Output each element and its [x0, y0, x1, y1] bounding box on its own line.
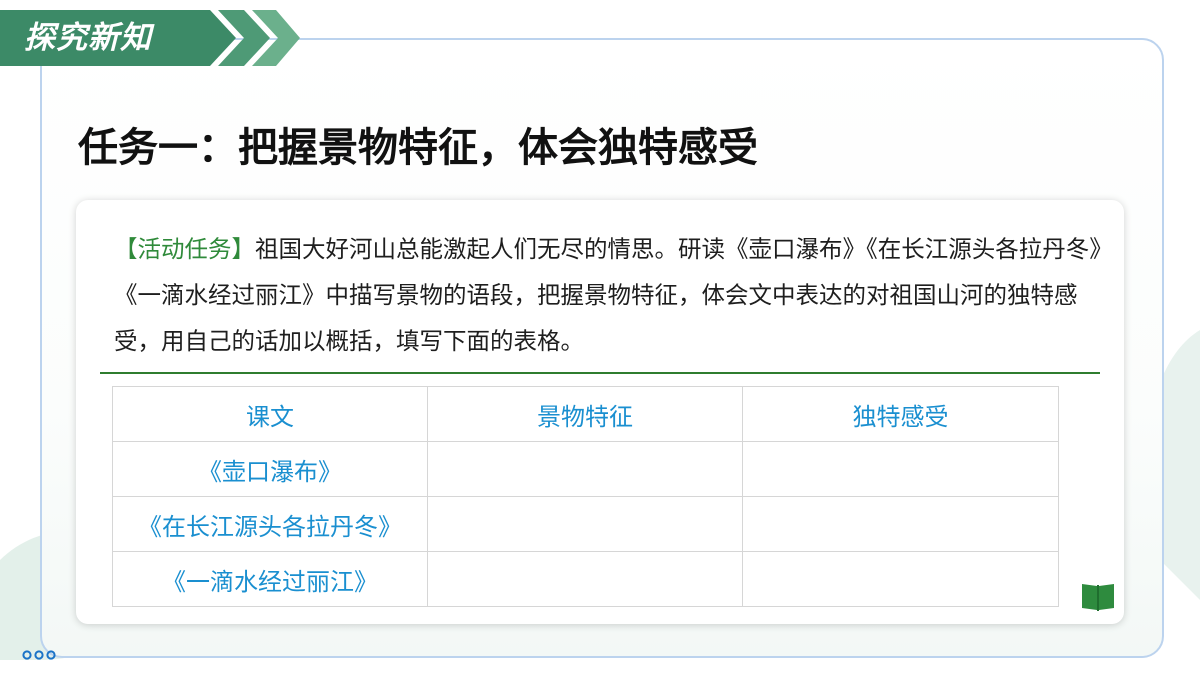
cell-feelings[interactable]: [742, 496, 1059, 552]
table-header-row: 课文 景物特征 独特感受: [112, 386, 1059, 442]
cell-features[interactable]: [427, 496, 743, 552]
cell-text-title: 《在长江源头各拉丹冬》: [112, 496, 428, 552]
table-row: 《一滴水经过丽江》: [112, 551, 1059, 607]
cell-features[interactable]: [427, 441, 743, 497]
cell-text-title: 《一滴水经过丽江》: [112, 551, 428, 607]
table-row: 《壶口瀑布》: [112, 441, 1059, 497]
divider-line: [100, 372, 1100, 374]
cell-feelings[interactable]: [742, 551, 1059, 607]
book-icon[interactable]: [1080, 580, 1116, 614]
header-cell-text: 课文: [112, 386, 428, 442]
task-label: 【活动任务】: [114, 235, 255, 263]
content-card: 【活动任务】祖国大好河山总能激起人们无尽的情思。研读《壶口瀑布》《在长江源头各拉…: [76, 200, 1124, 624]
summary-table: 课文 景物特征 独特感受 《壶口瀑布》 《在长江源头各拉丹冬》 《一滴水经过丽江…: [112, 386, 1059, 607]
task-description: 【活动任务】祖国大好河山总能激起人们无尽的情思。研读《壶口瀑布》《在长江源头各拉…: [114, 226, 1114, 364]
section-label: 探究新知: [24, 20, 152, 56]
table-row: 《在长江源头各拉丹冬》: [112, 496, 1059, 552]
header-cell-features: 景物特征: [427, 386, 743, 442]
cell-features[interactable]: [427, 551, 743, 607]
page-title: 任务一：把握景物特征，体会独特感受: [78, 125, 758, 171]
task-text: 祖国大好河山总能激起人们无尽的情思。研读《壶口瀑布》《在长江源头各拉丹冬》《一滴…: [114, 235, 1113, 355]
section-banner: 探究新知: [0, 10, 300, 66]
dots-icon: [22, 650, 56, 660]
cell-text-title: 《壶口瀑布》: [112, 441, 428, 497]
header-cell-feelings: 独特感受: [742, 386, 1059, 442]
cell-feelings[interactable]: [742, 441, 1059, 497]
